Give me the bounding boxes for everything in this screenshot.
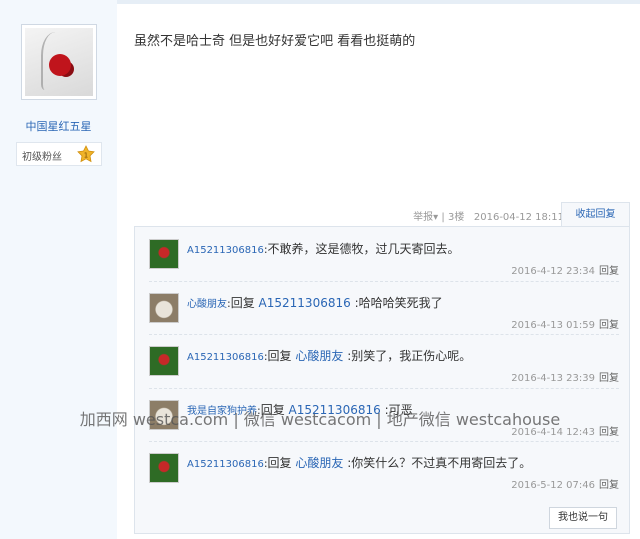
post-time: 2016-04-12 18:11: [473, 212, 564, 223]
reply-time: 2016-5-12 07:46: [511, 480, 595, 491]
reply-author[interactable]: 心酸朋友: [187, 299, 227, 310]
reply-button[interactable]: 回复: [599, 266, 619, 277]
reply-to-user[interactable]: 心酸朋友: [295, 456, 343, 470]
reply-author[interactable]: A15211306816: [187, 459, 264, 470]
reply-button[interactable]: 回复: [599, 320, 619, 331]
level-badge-icon: 1: [77, 145, 95, 163]
reply-item: A15211306816:回复 心酸朋友 :别笑了，我正伤心呢。 2016-4-1…: [149, 334, 619, 388]
reply-item: A15211306816:不敢养，这是德牧，过几天寄回去。 2016-4-12 2…: [149, 227, 619, 281]
reply-to-user[interactable]: 心酸朋友: [295, 349, 343, 363]
reply-line: A15211306816:不敢养，这是德牧，过几天寄回去。: [187, 240, 460, 257]
reply-button[interactable]: 回复: [599, 373, 619, 384]
reply-text: :你笑什么？不过真不用寄回去了。: [343, 456, 532, 470]
reply-button[interactable]: 回复: [599, 480, 619, 491]
reply-avatar[interactable]: [149, 239, 179, 269]
post-meta: 举报▾ | 3楼 2016-04-12 18:11: [413, 208, 564, 223]
reply-text: 不敢养，这是德牧，过几天寄回去。: [267, 242, 460, 256]
avatar-image: [25, 28, 93, 96]
reply-line: A15211306816:回复 心酸朋友 :别笑了，我正伤心呢。: [187, 347, 471, 364]
rank-badge: 初级粉丝 1: [16, 142, 102, 166]
reply-word: 回复: [267, 349, 296, 363]
top-divider: [117, 0, 640, 4]
reply-footer: 2016-4-13 01:59 回复: [511, 316, 619, 331]
reply-avatar[interactable]: [149, 346, 179, 376]
watermark: 加西网 westca.com | 微信 westcacom | 地产微信 wes…: [79, 410, 561, 429]
reply-avatar[interactable]: [149, 453, 179, 483]
reply-line: A15211306816:回复 心酸朋友 :你笑什么？不过真不用寄回去了。: [187, 454, 531, 471]
collapse-replies-button[interactable]: 收起回复: [561, 202, 630, 227]
floor-number: 3楼: [447, 212, 465, 223]
reply-time: 2016-4-13 23:39: [511, 373, 595, 384]
reply-item: A15211306816:回复 心酸朋友 :你笑什么？不过真不用寄回去了。 201…: [149, 441, 619, 495]
reply-text: :哈哈哈笑死我了: [350, 295, 443, 310]
reply-word: 回复: [267, 456, 296, 470]
report-link[interactable]: 举报▾: [413, 212, 438, 223]
user-avatar[interactable]: [21, 24, 97, 100]
reply-item: 心酸朋友:回复 A15211306816 :哈哈哈笑死我了 2016-4-13 0…: [149, 281, 619, 335]
level-number: 1: [84, 152, 88, 160]
username-link[interactable]: 中国星红五星: [0, 118, 117, 134]
reply-text: :别笑了，我正伤心呢。: [343, 349, 472, 363]
reply-to-user[interactable]: A15211306816: [259, 296, 351, 310]
reply-line: 心酸朋友:回复 A15211306816 :哈哈哈笑死我了: [187, 294, 443, 311]
reply-list: A15211306816:不敢养，这是德牧，过几天寄回去。 2016-4-12 2…: [134, 226, 630, 534]
reply-time: 2016-4-12 23:34: [511, 266, 595, 277]
reply-footer: 2016-5-12 07:46 回复: [511, 476, 619, 491]
reply-author[interactable]: A15211306816: [187, 245, 264, 256]
reply-footer: 2016-4-13 23:39 回复: [511, 369, 619, 384]
reply-author[interactable]: A15211306816: [187, 352, 264, 363]
say-something-button[interactable]: 我也说一句: [549, 507, 617, 529]
post-content: 虽然不是哈士奇 但是也好好爱它吧 看看也挺萌的: [134, 34, 416, 49]
reply-time: 2016-4-13 01:59: [511, 319, 595, 331]
reply-avatar[interactable]: [149, 292, 179, 323]
reply-footer: 2016-4-12 23:34 回复: [511, 262, 619, 277]
reply-word: 回复: [230, 295, 259, 310]
rank-label: 初级粉丝: [22, 152, 62, 163]
